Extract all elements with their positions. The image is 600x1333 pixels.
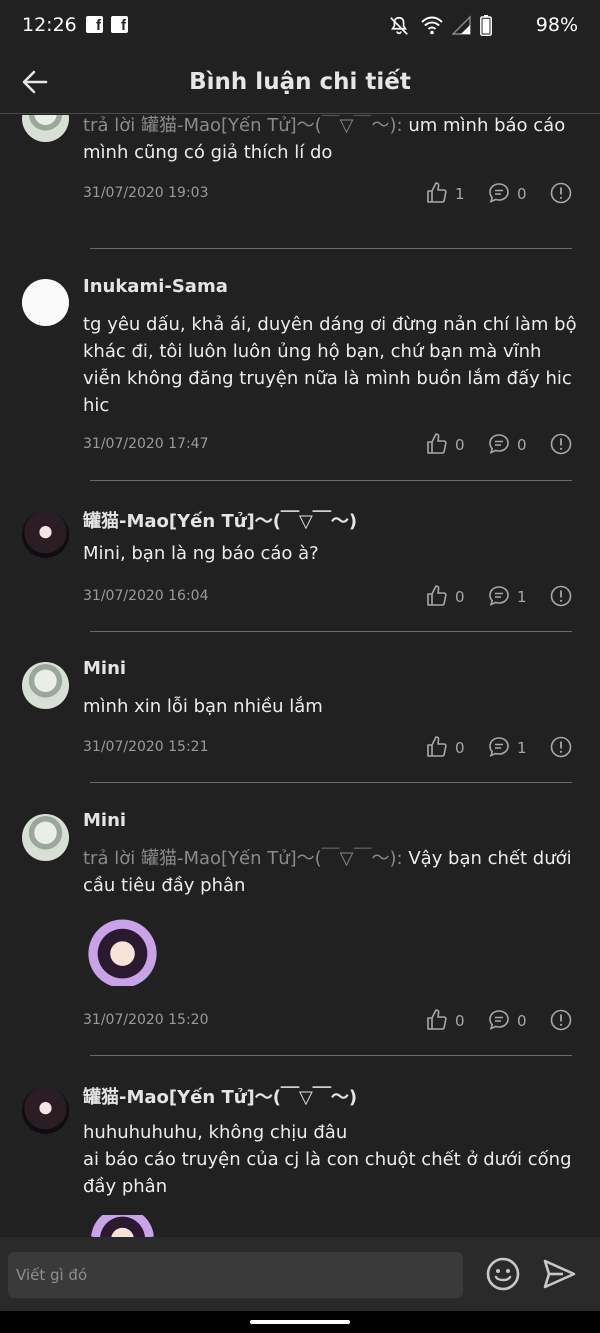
status-icons: 98% (388, 14, 578, 38)
like-count: 0 (455, 739, 465, 757)
report-icon (550, 1009, 572, 1031)
reply-count: 0 (517, 1012, 527, 1030)
report-icon (550, 585, 572, 607)
emoji-icon (486, 1257, 520, 1291)
comment-divider (90, 782, 572, 783)
comment-actions: 1 0 (420, 181, 575, 207)
comment-icon (489, 1010, 509, 1030)
comment-date: 31/07/2020 19:03 (83, 185, 209, 201)
avatar[interactable] (22, 814, 69, 861)
thumbs-up-icon (427, 433, 447, 454)
comment-body: mình xin lỗi bạn nhiều lắm (83, 696, 323, 717)
avatar[interactable] (22, 662, 69, 709)
comment-author[interactable]: Inukami-Sama (83, 276, 228, 297)
report-icon (550, 433, 572, 455)
comment-date: 31/07/2020 16:04 (83, 588, 209, 604)
facebook-icon: f (111, 16, 128, 33)
avatar[interactable] (22, 279, 69, 326)
comment-body: tg yêu dấu, khả ái, duyên dáng ơi đừng n… (83, 314, 577, 416)
like-count: 0 (455, 588, 465, 606)
like-count: 1 (455, 185, 465, 203)
thumbs-up-icon (427, 736, 447, 757)
wifi-icon (421, 16, 443, 35)
sticker-image[interactable] (85, 914, 160, 986)
report-icon (550, 736, 572, 758)
system-nav-bar (0, 1311, 600, 1333)
sticker-image[interactable] (85, 1215, 160, 1237)
comment-icon (489, 737, 509, 757)
avatar[interactable] (22, 1087, 69, 1134)
report-icon (550, 182, 572, 204)
status-bar: 12:26 f f 98% (0, 0, 600, 52)
facebook-icon: f (86, 16, 103, 33)
comment-text: trả lời 罐猫-Mao[Yến Tử]〜(￣▽￣〜): Vậy bạn c… (83, 845, 583, 899)
comment-input[interactable] (8, 1252, 463, 1298)
comment-icon (489, 183, 509, 203)
thumbs-up-icon (427, 1009, 447, 1030)
comment-actions: 0 1 (420, 584, 575, 610)
comment-list[interactable]: trả lời 罐猫-Mao[Yến Tử]〜(￣▽￣〜): um mình b… (0, 115, 600, 1237)
comment-text: huhuhuhuhu, không chịu đâu ai báo cáo tr… (83, 1119, 583, 1200)
comment-divider (90, 631, 572, 632)
comment-line: ai báo cáo truyện của cj là con chuột ch… (83, 1149, 572, 1197)
comment-composer (0, 1237, 600, 1311)
comment-icon (489, 434, 509, 454)
send-icon (543, 1259, 576, 1289)
comment-text: mình xin lỗi bạn nhiều lắm (83, 693, 583, 720)
comment-author[interactable]: Mini (83, 658, 126, 679)
comment-date: 31/07/2020 17:47 (83, 436, 209, 452)
page-title: Bình luận chi tiết (189, 69, 411, 95)
like-count: 0 (455, 1012, 465, 1030)
reply-count: 1 (517, 588, 527, 606)
battery-icon (480, 15, 492, 36)
comment-author[interactable]: Mini (83, 810, 126, 831)
comment-date: 31/07/2020 15:20 (83, 1012, 209, 1028)
comment-divider (90, 248, 572, 249)
reply-count: 0 (517, 436, 527, 454)
comment-text: tg yêu dấu, khả ái, duyên dáng ơi đừng n… (83, 311, 583, 419)
home-indicator[interactable] (250, 1320, 350, 1324)
comment-actions: 0 1 (420, 735, 575, 761)
notifications-off-icon (390, 16, 408, 35)
comment-text: trả lời 罐猫-Mao[Yến Tử]〜(￣▽￣〜): um mình b… (83, 115, 583, 166)
comment-text: Mini, bạn là ng báo cáo à? (83, 540, 583, 567)
thumbs-up-icon (427, 182, 447, 203)
comment-actions: 0 0 (420, 432, 575, 458)
emoji-button[interactable] (485, 1256, 521, 1292)
avatar[interactable] (22, 115, 69, 142)
app-bar: Bình luận chi tiết (0, 52, 600, 114)
avatar[interactable] (22, 511, 69, 558)
comment-actions: 0 0 (420, 1008, 575, 1034)
comment-divider (90, 480, 572, 481)
reply-count: 0 (517, 185, 527, 203)
reply-prefix: trả lời 罐猫-Mao[Yến Tử]〜(￣▽￣〜): (83, 115, 409, 136)
send-button[interactable] (541, 1256, 577, 1292)
comment-author[interactable]: 罐猫-Mao[Yến Tử]〜(￣▽￣〜) (83, 507, 357, 533)
reply-count: 1 (517, 739, 527, 757)
like-count: 0 (455, 436, 465, 454)
thumbs-up-icon (427, 585, 447, 606)
comment-date: 31/07/2020 15:21 (83, 739, 209, 755)
battery-percent: 98% (535, 14, 578, 36)
comment-author[interactable]: 罐猫-Mao[Yến Tử]〜(￣▽￣〜) (83, 1083, 357, 1109)
comment-icon (489, 586, 509, 606)
cell-signal-icon (452, 15, 471, 35)
reply-prefix: trả lời 罐猫-Mao[Yến Tử]〜(￣▽￣〜): (83, 848, 409, 869)
comment-divider (90, 1055, 572, 1056)
status-time: 12:26 (22, 14, 77, 36)
comment-line: huhuhuhuhu, không chịu đâu (83, 1122, 348, 1143)
comment-body: Mini, bạn là ng báo cáo à? (83, 543, 319, 564)
